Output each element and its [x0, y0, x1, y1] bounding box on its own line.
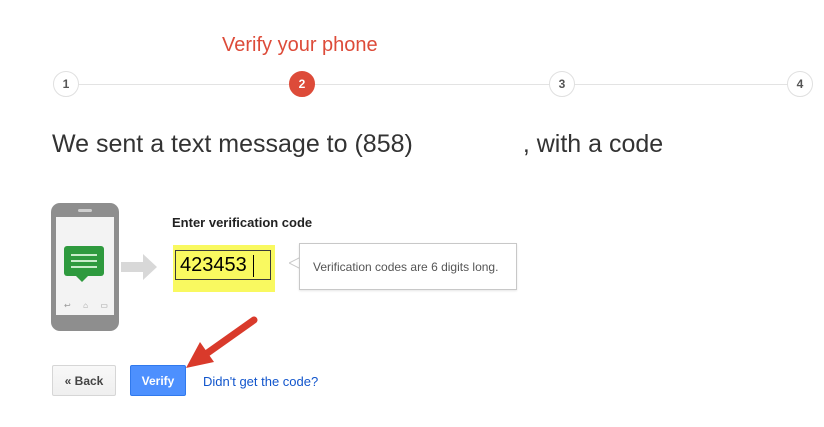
- step-3: 3: [549, 71, 575, 97]
- code-length-tooltip: Verification codes are 6 digits long.: [299, 243, 517, 290]
- phone-nav-icons: ↩ ⌂ ▭: [64, 301, 108, 310]
- headline-prefix: We sent a text message to (858): [52, 130, 413, 158]
- phone-speaker: [78, 209, 92, 212]
- step-4: 4: [787, 71, 813, 97]
- annotation-arrow-icon: [186, 316, 258, 368]
- chat-bubble-icon: [64, 246, 104, 282]
- code-field-label: Enter verification code: [172, 215, 313, 230]
- step-1: 1: [53, 71, 79, 97]
- headline-suffix: , with a code: [522, 130, 664, 158]
- text-cursor: [253, 255, 254, 277]
- stepper-line: [66, 84, 800, 85]
- step-title: Verify your phone: [222, 34, 378, 56]
- phone-illustration-icon: ↩ ⌂ ▭: [51, 203, 119, 331]
- step-2-active: 2: [289, 71, 315, 97]
- arrow-right-icon: [121, 254, 157, 280]
- verification-code-input[interactable]: [175, 250, 271, 280]
- headline: We sent a text message to (858) , with a …: [52, 130, 663, 159]
- phone-screen: ↩ ⌂ ▭: [56, 217, 114, 315]
- back-button[interactable]: « Back: [52, 365, 116, 396]
- didnt-get-code-link[interactable]: Didn't get the code?: [203, 374, 318, 389]
